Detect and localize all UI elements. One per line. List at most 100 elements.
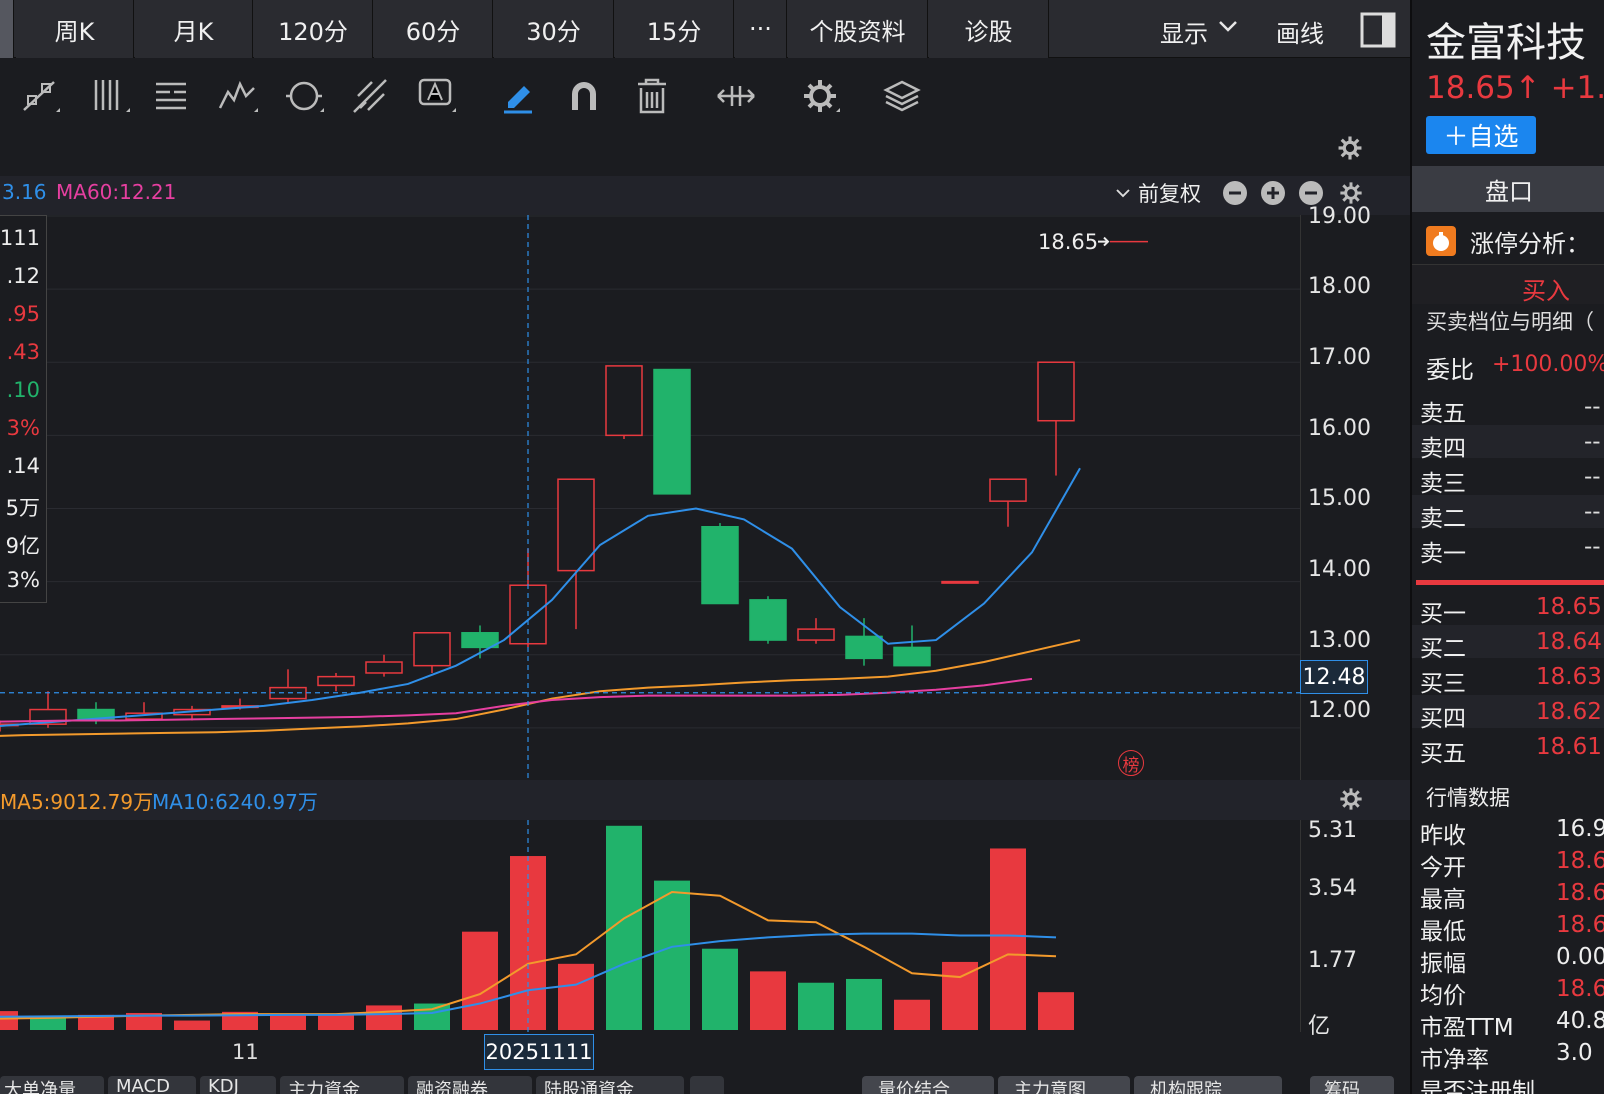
collapse-icon[interactable]	[1298, 180, 1324, 206]
gear-icon[interactable]	[1338, 180, 1364, 206]
vol-tick: 1.77	[1308, 948, 1357, 973]
tab-chips[interactable]: 筹码	[1310, 1076, 1394, 1094]
quote-row[interactable]: 最高 18.6	[1412, 876, 1604, 913]
vol-tick: 3.54	[1308, 876, 1357, 901]
tab-15min[interactable]: 15分	[615, 0, 734, 58]
buy-level-row[interactable]: 买二 18.64	[1412, 625, 1604, 662]
sell-level-label: 卖三	[1420, 471, 1466, 497]
buy-label[interactable]: 买入	[1522, 271, 1570, 306]
pitchfork-icon[interactable]	[348, 74, 392, 118]
tab-diagnose[interactable]: 诊股	[929, 0, 1049, 58]
display-dropdown[interactable]: 显示	[1160, 14, 1240, 49]
buy-level-value: 18.62	[1536, 699, 1602, 725]
volume-axis	[1300, 820, 1410, 1032]
tab-main-intent[interactable]: 主力意图	[998, 1076, 1130, 1094]
tab-margin[interactable]: 融资融券	[408, 1076, 532, 1094]
gear-icon[interactable]	[798, 74, 842, 118]
limit-up-analysis[interactable]: 涨停分析：	[1470, 224, 1590, 259]
layers-icon[interactable]	[880, 74, 924, 118]
fit-width-icon[interactable]	[714, 74, 758, 118]
sell-level-row[interactable]: 卖三 --	[1412, 460, 1604, 497]
rank-badge[interactable]: 榜	[1118, 750, 1144, 776]
buy-level-value: 18.63	[1536, 664, 1602, 690]
candle-body	[653, 368, 691, 495]
zoom-in-icon[interactable]	[1260, 180, 1286, 206]
sell-level-row[interactable]: 卖一 --	[1412, 530, 1604, 567]
adjust-mode-dropdown[interactable]: 前复权	[1138, 178, 1201, 208]
sell-level-row[interactable]: 卖四 --	[1412, 425, 1604, 462]
tab-60min[interactable]: 60分	[374, 0, 493, 58]
tab-main-funds[interactable]: 主力資金	[280, 1076, 404, 1094]
tab-120min[interactable]: 120分	[254, 0, 373, 58]
depth-title: 买卖档位与明细（	[1426, 310, 1594, 334]
buy-level-row[interactable]: 买五 18.61	[1412, 730, 1604, 767]
buy-level-row[interactable]: 买三 18.63	[1412, 660, 1604, 697]
trash-icon[interactable]	[630, 74, 674, 118]
tab-30min[interactable]: 30分	[494, 0, 614, 58]
tab-big-order[interactable]: 大单净量	[0, 1076, 104, 1094]
chart-settings-gear-icon[interactable]	[1336, 134, 1364, 162]
sell-level-row[interactable]: 卖二 --	[1412, 495, 1604, 532]
tab-institution[interactable]: 机构跟踪	[1134, 1076, 1282, 1094]
tab-pankou[interactable]: 盘口	[1412, 166, 1604, 212]
buy-level-row[interactable]: 买四 18.62	[1412, 695, 1604, 732]
sell-level-label: 卖四	[1420, 436, 1466, 462]
tab-week[interactable]: 周K	[16, 0, 134, 58]
volume-bar	[174, 1020, 210, 1030]
zoom-out-icon[interactable]	[1222, 180, 1248, 206]
volume-bar	[654, 880, 690, 1030]
buy-level-label: 买五	[1420, 741, 1466, 767]
line-tool-icon[interactable]	[18, 74, 62, 118]
sell-level-label: 卖二	[1420, 506, 1466, 532]
cycle-tool-icon[interactable]	[282, 74, 326, 118]
buy-level-label: 买四	[1420, 706, 1466, 732]
sell-level-row[interactable]: 卖五 --	[1412, 390, 1604, 427]
buy-level-row[interactable]: 买一 18.65	[1412, 590, 1604, 627]
quote-value: 40.8	[1556, 1008, 1604, 1034]
magnet-icon[interactable]	[562, 74, 606, 118]
quote-row[interactable]: 振幅 0.00	[1412, 940, 1604, 977]
tab-kdj[interactable]: KDJ	[200, 1076, 276, 1094]
quote-row[interactable]: 市盈TTM 40.8	[1412, 1004, 1604, 1041]
panel-toggle-icon[interactable]	[1360, 12, 1396, 48]
wave-tool-icon[interactable]	[216, 74, 260, 118]
highlighter-icon[interactable]	[496, 74, 540, 118]
tab-month[interactable]: 月K	[135, 0, 253, 58]
candle-body	[1037, 361, 1075, 422]
ma60-value: MA60:12.21	[56, 180, 177, 204]
tab-volume-price[interactable]: 量价结合	[862, 1076, 994, 1094]
candle-body	[365, 661, 403, 674]
price-tick: 14.00	[1308, 557, 1371, 582]
quote-row[interactable]: 是否注册制	[1412, 1068, 1604, 1094]
fib-lines-icon[interactable]	[150, 74, 194, 118]
candle-body	[893, 646, 931, 667]
candlestick-chart[interactable]	[0, 215, 1300, 780]
text-annotation-icon[interactable]	[414, 74, 458, 118]
quote-row[interactable]: 均价 18.6	[1412, 972, 1604, 1009]
tab-northbound[interactable]: 陆股通資金	[536, 1076, 684, 1094]
tab-more[interactable]: ···	[735, 0, 787, 58]
volume-bar	[894, 999, 930, 1030]
last-price-marker: 18.65	[1038, 230, 1099, 254]
quote-row[interactable]: 最低 18.6	[1412, 908, 1604, 945]
draw-line-button[interactable]: 画线	[1276, 14, 1324, 49]
buy-level-label: 买一	[1420, 601, 1466, 627]
tab-macd[interactable]: MACD	[108, 1076, 196, 1094]
add-watchlist-button[interactable]: ＋自选	[1426, 116, 1536, 154]
vol-unit: 亿	[1308, 1014, 1331, 1039]
tab-stock-profile[interactable]: 个股资料	[788, 0, 928, 58]
gear-icon[interactable]	[1338, 786, 1364, 812]
volume-chart[interactable]	[0, 820, 1300, 1032]
volume-bar	[558, 963, 594, 1030]
quote-row[interactable]: 今开 18.6	[1412, 844, 1604, 881]
tab-day[interactable]	[0, 0, 14, 58]
quote-row[interactable]: 市净率 3.0	[1412, 1036, 1604, 1073]
quote-row[interactable]: 昨收 16.9	[1412, 812, 1604, 849]
price-tick: 13.00	[1308, 628, 1371, 653]
tabs-scroll-right[interactable]	[690, 1076, 724, 1094]
vertical-lines-icon[interactable]	[88, 74, 132, 118]
buy-level-value: 18.65	[1536, 594, 1602, 620]
info-volume: 5万	[5, 496, 40, 520]
volume-bar	[990, 848, 1026, 1030]
candle-body	[797, 628, 835, 641]
